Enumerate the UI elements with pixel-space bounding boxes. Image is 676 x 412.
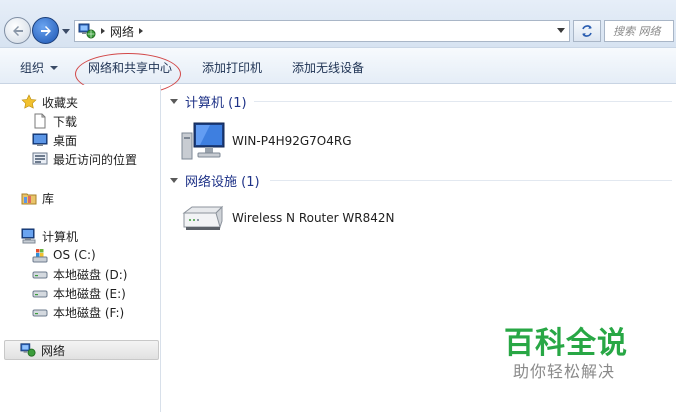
hard-drive-icon bbox=[32, 309, 48, 317]
breadcrumb-separator-icon[interactable] bbox=[99, 27, 107, 35]
sidebar-item-downloads[interactable]: 下载 bbox=[32, 112, 77, 130]
hard-drive-icon bbox=[32, 290, 48, 298]
watermark-subtitle: 助你轻松解决 bbox=[513, 362, 616, 381]
windows-drive-icon bbox=[32, 249, 48, 263]
group-header-label: 网络设施 (1) bbox=[185, 175, 260, 190]
sidebar-item-drive-c[interactable]: OS (C:) bbox=[32, 246, 96, 264]
computer-icon bbox=[21, 228, 36, 244]
add-printer-button[interactable]: 添加打印机 bbox=[202, 59, 262, 76]
back-button[interactable] bbox=[4, 17, 31, 44]
group-divider bbox=[254, 101, 672, 102]
refresh-button[interactable] bbox=[573, 20, 601, 42]
recent-pages-dropdown-icon[interactable] bbox=[61, 26, 71, 36]
downloads-folder-icon bbox=[34, 113, 46, 129]
network-icon bbox=[78, 23, 96, 39]
sidebar-item-label: 本地磁盘 (D:) bbox=[53, 267, 128, 282]
desktop-icon bbox=[32, 133, 48, 146]
sidebar-item-label: 桌面 bbox=[53, 133, 78, 148]
search-input[interactable]: 搜索 网络 bbox=[604, 20, 674, 42]
address-path[interactable]: 网络 bbox=[110, 23, 134, 40]
network-sharing-center-button[interactable]: 网络和共享中心 bbox=[88, 59, 172, 76]
navigation-pane: 收藏夹 下载 桌面 最近访问的位置 库 计算机 OS (C:) 本地磁盘 (D:… bbox=[0, 85, 161, 412]
router-name-label: Wireless N Router WR842N bbox=[232, 211, 395, 225]
sidebar-item-libraries[interactable]: 库 bbox=[21, 189, 54, 207]
forward-button[interactable] bbox=[32, 17, 59, 44]
hard-drive-icon bbox=[32, 271, 48, 279]
network-router-item[interactable]: Wireless N Router WR842N bbox=[180, 203, 394, 233]
sidebar-item-label: 网络 bbox=[41, 343, 66, 358]
sidebar-item-label: 下载 bbox=[53, 114, 78, 129]
router-icon bbox=[182, 205, 224, 230]
library-icon bbox=[21, 193, 37, 205]
computer-icon bbox=[181, 122, 225, 160]
organize-button[interactable]: 组织 bbox=[20, 59, 59, 76]
group-header-label: 计算机 (1) bbox=[185, 96, 247, 111]
sidebar-item-desktop[interactable]: 桌面 bbox=[32, 131, 77, 149]
recent-places-icon bbox=[32, 152, 48, 165]
address-bar-row: 网络 搜索 网络 bbox=[0, 0, 676, 48]
sidebar-item-label: 计算机 bbox=[42, 229, 79, 244]
sidebar-item-favorites[interactable]: 收藏夹 bbox=[21, 93, 78, 111]
star-icon bbox=[21, 94, 37, 109]
network-computer-item[interactable]: WIN-P4H92G7O4RG bbox=[180, 119, 352, 163]
sidebar-item-label: 本地磁盘 (E:) bbox=[53, 286, 126, 301]
computer-name-label: WIN-P4H92G7O4RG bbox=[232, 134, 352, 148]
breadcrumb-separator-icon[interactable] bbox=[137, 27, 145, 35]
watermark: 百科全说 助你轻松解决 bbox=[483, 310, 653, 385]
collapse-triangle-icon[interactable] bbox=[170, 99, 178, 104]
sidebar-item-label: 库 bbox=[42, 191, 55, 206]
sidebar-item-recent-places[interactable]: 最近访问的位置 bbox=[32, 150, 137, 168]
command-toolbar: 组织 网络和共享中心 添加打印机 添加无线设备 bbox=[0, 48, 676, 84]
address-dropdown-icon[interactable] bbox=[557, 28, 565, 34]
add-wireless-device-button[interactable]: 添加无线设备 bbox=[292, 59, 364, 76]
network-icon bbox=[20, 343, 36, 357]
sidebar-item-label: 最近访问的位置 bbox=[53, 152, 138, 167]
back-arrow-icon bbox=[12, 25, 23, 36]
sidebar-item-drive-d[interactable]: 本地磁盘 (D:) bbox=[32, 265, 127, 283]
organize-label: 组织 bbox=[20, 61, 45, 75]
collapse-triangle-icon[interactable] bbox=[170, 178, 178, 183]
group-divider bbox=[270, 180, 672, 181]
sidebar-item-label: OS (C:) bbox=[53, 248, 96, 262]
group-header-computers[interactable]: 计算机 (1) bbox=[170, 92, 247, 111]
refresh-icon bbox=[582, 25, 592, 37]
sidebar-item-drive-e[interactable]: 本地磁盘 (E:) bbox=[32, 284, 126, 302]
address-box[interactable]: 网络 bbox=[74, 20, 570, 42]
watermark-title: 百科全说 bbox=[504, 326, 628, 361]
sidebar-item-label: 本地磁盘 (F:) bbox=[53, 305, 125, 320]
sidebar-item-network[interactable]: 网络 bbox=[4, 340, 159, 360]
sidebar-item-computer[interactable]: 计算机 bbox=[21, 227, 78, 245]
sidebar-item-label: 收藏夹 bbox=[42, 95, 79, 110]
group-header-network-infrastructure[interactable]: 网络设施 (1) bbox=[170, 171, 260, 190]
forward-arrow-icon bbox=[40, 25, 51, 36]
sidebar-item-drive-f[interactable]: 本地磁盘 (F:) bbox=[32, 303, 124, 321]
chevron-down-icon bbox=[50, 66, 59, 70]
